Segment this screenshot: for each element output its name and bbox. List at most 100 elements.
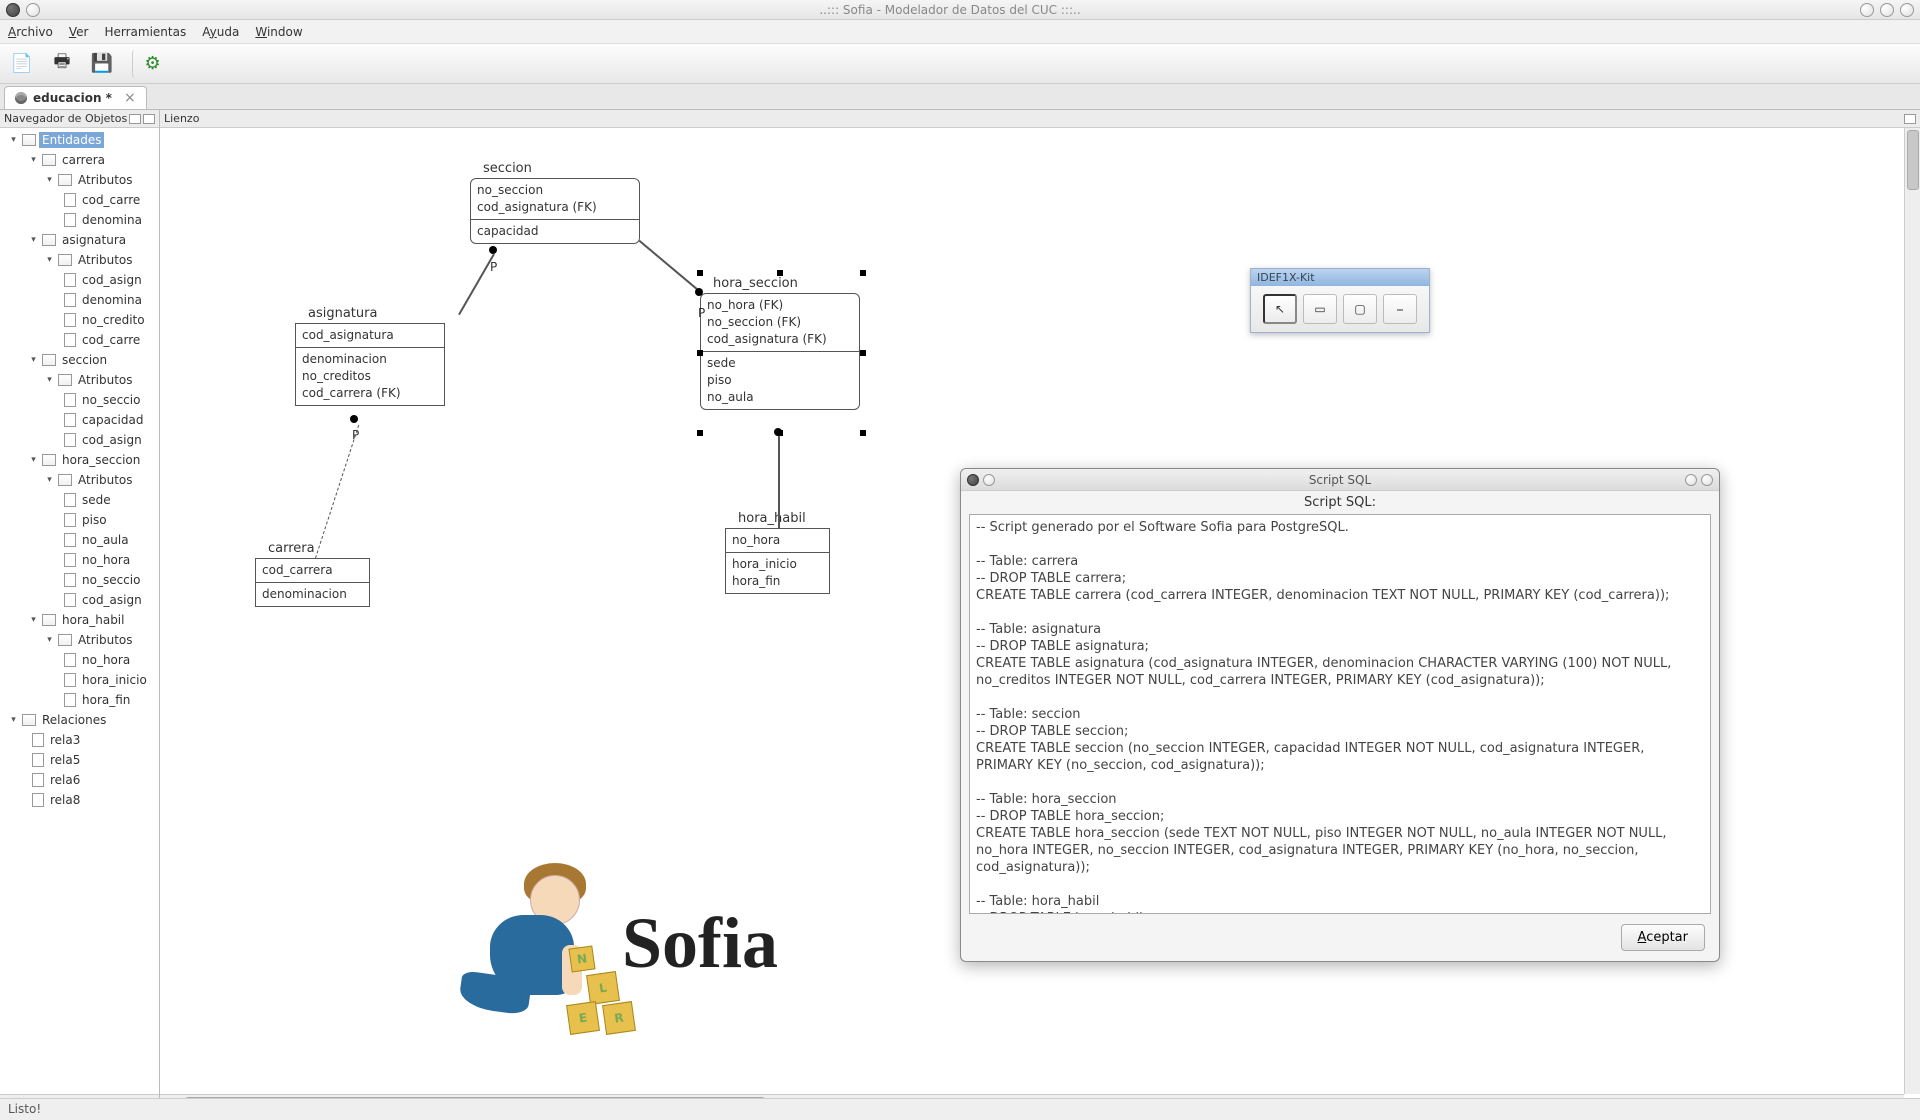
expander-icon[interactable]: ▾: [28, 235, 39, 246]
save-button[interactable]: 💾: [88, 50, 116, 78]
tree-node-relaciones[interactable]: Relaciones: [39, 712, 109, 728]
attribute-icon: [64, 513, 76, 527]
tree-node[interactable]: piso: [79, 512, 110, 528]
print-button[interactable]: 🖶: [48, 50, 76, 78]
tree-node[interactable]: no_hora: [79, 552, 133, 568]
accept-button[interactable]: Aceptar: [1621, 924, 1705, 951]
tree-node[interactable]: sede: [79, 492, 114, 508]
expander-icon[interactable]: ▾: [44, 475, 55, 486]
selection-handle[interactable]: [777, 270, 783, 276]
tree-node[interactable]: cod_asign: [79, 432, 145, 448]
expander-icon[interactable]: ▾: [44, 375, 55, 386]
new-file-button[interactable]: 📄: [8, 50, 36, 78]
expander-icon[interactable]: ▾: [44, 255, 55, 266]
palette-entity-button[interactable]: ▭: [1303, 294, 1337, 324]
tree-node[interactable]: hora_inicio: [79, 672, 150, 688]
minimize-button[interactable]: [1860, 3, 1874, 17]
palette-relation-button[interactable]: ⎯: [1383, 294, 1417, 324]
expander-icon[interactable]: ▾: [28, 455, 39, 466]
menu-ver[interactable]: Ver: [69, 25, 89, 39]
selection-handle[interactable]: [860, 350, 866, 356]
expander-icon[interactable]: ▾: [44, 175, 55, 186]
relation-icon: [32, 733, 44, 747]
expander-icon[interactable]: ▾: [44, 635, 55, 646]
entity-hora-habil[interactable]: hora_habil no_hora hora_inicio hora_fin: [725, 528, 830, 594]
dialog-menu-icon[interactable]: [967, 474, 979, 486]
tree-node[interactable]: no_seccio: [79, 572, 143, 588]
tree-node[interactable]: hora_fin: [79, 692, 133, 708]
tree-node[interactable]: denomina: [79, 292, 145, 308]
tree-node[interactable]: no_credito: [79, 312, 148, 328]
menu-herramientas[interactable]: Herramientas: [104, 25, 186, 39]
selection-handle[interactable]: [697, 430, 703, 436]
expander-icon[interactable]: ▾: [28, 355, 39, 366]
tree-node-atributos[interactable]: Atributos: [75, 172, 136, 188]
menu-archivo[interactable]: Archivo: [8, 25, 53, 39]
entity-asignatura[interactable]: asignatura cod_asignatura denominacion n…: [295, 323, 445, 406]
attribute-icon: [64, 313, 76, 327]
palette-pointer-button[interactable]: ↖: [1263, 294, 1297, 324]
selection-handle[interactable]: [860, 430, 866, 436]
close-button[interactable]: [1900, 3, 1914, 17]
tree-node[interactable]: cod_carre: [79, 192, 143, 208]
window-menu-icon[interactable]: [6, 3, 20, 17]
idef1x-palette[interactable]: IDEF1X-Kit ↖ ▭ ▢ ⎯: [1250, 268, 1430, 333]
canvas-vscrollbar[interactable]: [1904, 128, 1920, 1094]
tree-node[interactable]: denomina: [79, 212, 145, 228]
tree-node[interactable]: rela6: [47, 772, 83, 788]
tab-close-button[interactable]: ×: [124, 90, 136, 106]
tree-node[interactable]: capacidad: [79, 412, 146, 428]
tree-node-entidades[interactable]: Entidades: [39, 132, 104, 148]
tree-node[interactable]: rela5: [47, 752, 83, 768]
object-tree[interactable]: ▾Entidades ▾carrera ▾Atributos cod_carre…: [0, 128, 159, 1094]
scrollbar-thumb[interactable]: [1907, 130, 1919, 190]
pane-close-icon[interactable]: [143, 114, 155, 124]
tab-educacion[interactable]: educacion * ×: [4, 86, 147, 109]
tree-node[interactable]: no_seccio: [79, 392, 143, 408]
tree-node-seccion[interactable]: seccion: [59, 352, 110, 368]
tree-node-atributos[interactable]: Atributos: [75, 472, 136, 488]
generate-sql-button[interactable]: ⚙: [132, 50, 160, 78]
expander-icon[interactable]: ▾: [8, 715, 19, 726]
entity-hora-seccion[interactable]: hora_seccion no_hora (FK) no_seccion (FK…: [700, 293, 860, 410]
tree-node[interactable]: cod_asign: [79, 272, 145, 288]
tree-node-atributos[interactable]: Atributos: [75, 632, 136, 648]
tree-node-hora-seccion[interactable]: hora_seccion: [59, 452, 143, 468]
pane-restore-icon[interactable]: [129, 114, 141, 124]
menu-ayuda[interactable]: Ayuda: [202, 25, 239, 39]
menu-window[interactable]: Window: [255, 25, 302, 39]
tree-node-asignatura[interactable]: asignatura: [59, 232, 129, 248]
entity-seccion[interactable]: seccion no_seccion cod_asignatura (FK) c…: [470, 178, 640, 244]
tree-node[interactable]: cod_asign: [79, 592, 145, 608]
tree-node-atributos[interactable]: Atributos: [75, 252, 136, 268]
palette-title[interactable]: IDEF1X-Kit: [1251, 269, 1429, 286]
entity-icon: [42, 614, 56, 626]
selection-handle[interactable]: [860, 270, 866, 276]
tree-node-atributos[interactable]: Atributos: [75, 372, 136, 388]
er-canvas[interactable]: seccion no_seccion cod_asignatura (FK) c…: [160, 128, 1920, 1110]
dialog-rollup-button[interactable]: [1685, 474, 1697, 486]
expander-icon[interactable]: ▾: [28, 155, 39, 166]
tree-node[interactable]: no_aula: [79, 532, 132, 548]
tree-node[interactable]: no_hora: [79, 652, 133, 668]
tree-node[interactable]: rela8: [47, 792, 83, 808]
dialog-close-button[interactable]: [1701, 474, 1713, 486]
tree-node-carrera[interactable]: carrera: [59, 152, 108, 168]
expander-icon[interactable]: ▾: [8, 135, 19, 146]
folder-icon: [22, 714, 36, 726]
relation-endpoint: [350, 415, 358, 423]
entity-carrera[interactable]: carrera cod_carrera denominacion: [255, 558, 370, 607]
palette-dependent-entity-button[interactable]: ▢: [1343, 294, 1377, 324]
attribute-icon: [64, 273, 76, 287]
maximize-button[interactable]: [1880, 3, 1894, 17]
pane-restore-icon[interactable]: [1904, 114, 1916, 124]
expander-icon[interactable]: ▾: [28, 615, 39, 626]
new-file-icon: 📄: [11, 53, 33, 74]
sql-output-textarea[interactable]: -- Script generado por el Software Sofia…: [969, 514, 1711, 914]
selection-handle[interactable]: [697, 270, 703, 276]
tree-node-hora-habil[interactable]: hora_habil: [59, 612, 127, 628]
dialog-titlebar[interactable]: Script SQL: [961, 469, 1719, 491]
tree-node[interactable]: rela3: [47, 732, 83, 748]
tree-node[interactable]: cod_carre: [79, 332, 143, 348]
selection-handle[interactable]: [697, 350, 703, 356]
